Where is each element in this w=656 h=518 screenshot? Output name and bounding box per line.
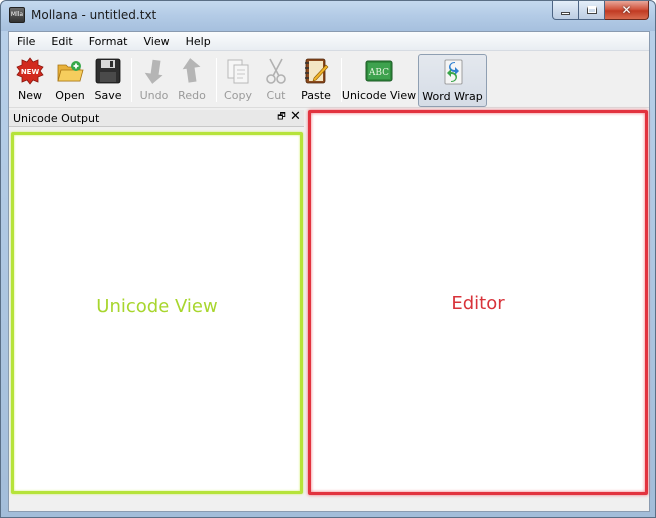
editor-panel[interactable]: Editor: [308, 110, 648, 495]
unicode-view-panel[interactable]: Unicode View: [11, 132, 303, 494]
save-button[interactable]: Save: [91, 55, 125, 105]
toolbar-separator: [216, 58, 217, 102]
redo-arrow-icon: [178, 57, 206, 85]
new-document-icon: NEW: [16, 57, 44, 85]
save-label: Save: [94, 89, 122, 102]
undo-label: Undo: [139, 89, 169, 102]
floppy-disk-icon: [94, 57, 122, 85]
unicode-view-label: Unicode View: [341, 89, 417, 102]
minimize-button[interactable]: [552, 1, 579, 20]
word-wrap-label: Word Wrap: [422, 90, 483, 103]
paste-notebook-icon: [302, 57, 330, 85]
title-bar[interactable]: Mlla Mollana - untitled.txt ✕: [1, 1, 655, 31]
toolbar: NEW New Open Save Undo Redo Copy Cut Pas…: [9, 52, 649, 108]
open-label: Open: [55, 89, 85, 102]
copy-button[interactable]: Copy: [221, 55, 255, 105]
word-wrap-button[interactable]: Word Wrap: [418, 54, 487, 107]
open-button[interactable]: Open: [53, 55, 87, 105]
menu-view[interactable]: View: [136, 32, 178, 51]
copy-icon: [224, 57, 252, 85]
minimize-icon: [561, 11, 570, 15]
cut-button[interactable]: Cut: [259, 55, 293, 105]
dock-title-text: Unicode Output: [13, 112, 100, 125]
unicode-view-button[interactable]: ABC Unicode View: [341, 55, 417, 105]
app-icon[interactable]: Mlla: [9, 7, 25, 23]
menu-file[interactable]: File: [9, 32, 43, 51]
svg-text:NEW: NEW: [21, 68, 40, 76]
copy-label: Copy: [224, 89, 252, 102]
app-window: Mlla Mollana - untitled.txt ✕ File Edit …: [0, 0, 656, 518]
close-icon: ✕: [621, 3, 632, 17]
dock-close-icon[interactable]: ✕: [290, 110, 301, 123]
caption-buttons: ✕: [552, 1, 649, 20]
new-label: New: [18, 89, 42, 102]
paste-label: Paste: [301, 89, 331, 102]
redo-button[interactable]: Redo: [175, 55, 209, 105]
menu-bar: File Edit Format View Help: [9, 32, 649, 51]
maximize-button[interactable]: [579, 1, 605, 20]
undo-arrow-icon: [140, 57, 168, 85]
unicode-output-dock-title[interactable]: Unicode Output 🗗 ✕: [9, 110, 304, 127]
open-folder-icon: [56, 57, 84, 85]
abc-board-icon: ABC: [365, 57, 393, 85]
menu-help[interactable]: Help: [178, 32, 219, 51]
redo-label: Redo: [178, 89, 206, 102]
editor-placeholder: Editor: [451, 293, 505, 314]
menu-format[interactable]: Format: [81, 32, 136, 51]
undo-button[interactable]: Undo: [137, 55, 171, 105]
dock-float-icon[interactable]: 🗗: [276, 112, 287, 123]
unicode-view-placeholder: Unicode View: [96, 296, 218, 317]
svg-text:ABC: ABC: [368, 68, 389, 78]
close-button[interactable]: ✕: [605, 1, 649, 20]
client-area: File Edit Format View Help NEW New Open …: [8, 31, 650, 512]
maximize-icon: [586, 6, 597, 14]
menu-edit[interactable]: Edit: [43, 32, 80, 51]
new-button[interactable]: NEW New: [13, 55, 47, 105]
scissors-icon: [262, 57, 290, 85]
wrap-arrows-icon: [439, 58, 467, 86]
toolbar-separator: [131, 58, 132, 102]
window-title: Mollana - untitled.txt: [31, 8, 157, 22]
paste-button[interactable]: Paste: [297, 55, 335, 105]
cut-label: Cut: [266, 89, 286, 102]
